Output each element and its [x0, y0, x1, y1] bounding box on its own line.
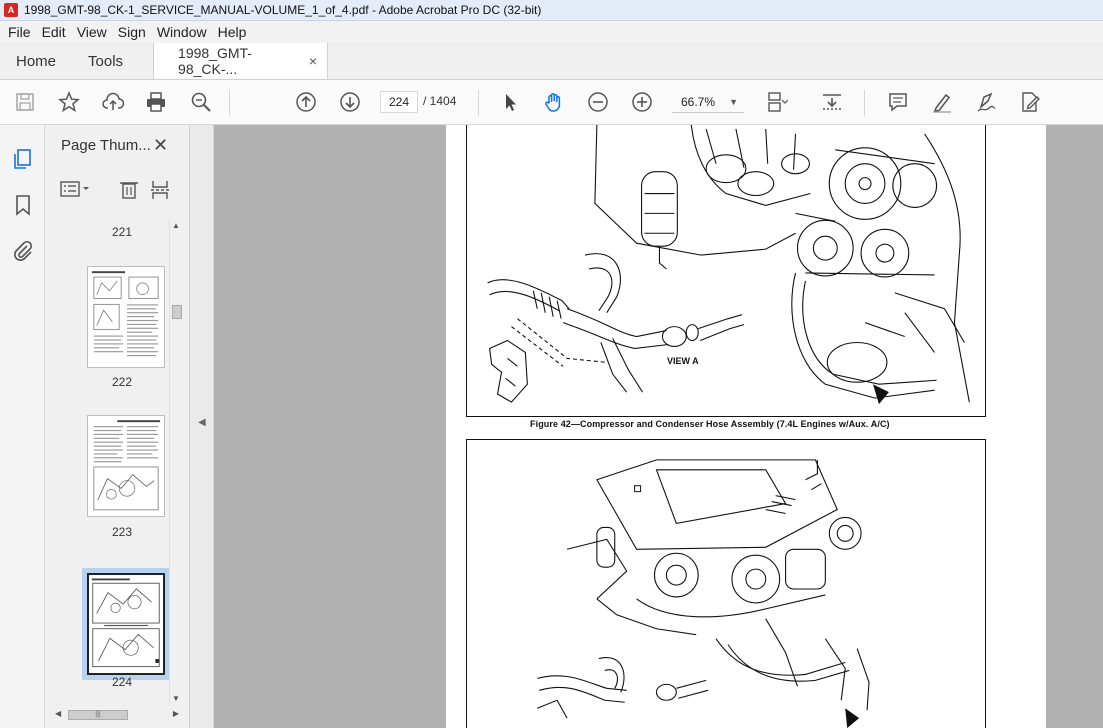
zoom-level-dropdown[interactable]: 66.7% ▼: [672, 91, 744, 113]
thumbnail-label: 223: [111, 525, 133, 539]
select-cursor-icon[interactable]: [498, 90, 522, 114]
toolbar-separator: [478, 90, 479, 116]
page-display-icon[interactable]: [765, 90, 789, 114]
second-figure-illustration: [466, 439, 986, 728]
left-navigation-rail: [0, 125, 45, 728]
menu-window[interactable]: Window: [157, 24, 207, 40]
horizontal-scrollbar-thumb[interactable]: |||: [68, 710, 128, 720]
page-thumbnails-icon[interactable]: [11, 147, 35, 171]
thumbnail-page-223[interactable]: [87, 415, 165, 517]
zoom-search-icon[interactable]: [189, 90, 213, 114]
window-title: 1998_GMT-98_CK-1_SERVICE_MANUAL-VOLUME_1…: [24, 3, 542, 17]
tab-document[interactable]: 1998_GMT-98_CK-... ×: [153, 43, 329, 79]
page-total: / 1404: [423, 94, 457, 108]
upload-cloud-icon[interactable]: [101, 90, 125, 114]
bookmarks-icon[interactable]: [11, 193, 35, 217]
thumbnail-options-icon[interactable]: [60, 181, 89, 197]
menu-file[interactable]: File: [8, 24, 31, 40]
thumbnail-page-224[interactable]: [87, 573, 165, 675]
thumbnail-page-222[interactable]: [87, 266, 165, 368]
panel-title: Page Thum...: [61, 137, 151, 154]
menu-view[interactable]: View: [77, 24, 107, 40]
sign-pen-icon[interactable]: [974, 90, 998, 114]
figure-caption: Figure 42—Compressor and Condenser Hose …: [530, 419, 890, 429]
thumbnail-scrollbar[interactable]: ▲ ▼: [169, 219, 183, 705]
attachments-icon[interactable]: [11, 239, 35, 263]
title-bar: A 1998_GMT-98_CK-1_SERVICE_MANUAL-VOLUME…: [0, 0, 1103, 21]
thumbnail-horizontal-scrollbar[interactable]: ◀ ||| ▶: [52, 707, 182, 723]
thumbnail-list: 221 222 223 224: [77, 217, 169, 706]
collapse-arrow-icon: ◀: [198, 417, 206, 428]
menu-help[interactable]: Help: [218, 24, 247, 40]
tab-bar: Home Tools 1998_GMT-98_CK-... ×: [0, 43, 1103, 80]
bookmark-star-icon[interactable]: [57, 90, 81, 114]
scrollbar-thumb[interactable]: [172, 305, 182, 319]
thumbnail-label: 224: [111, 675, 133, 689]
thumbnail-label: 222: [111, 375, 133, 389]
pdf-page: VIEW A Figure 42—Compressor and Condense…: [446, 125, 1046, 728]
next-page-icon[interactable]: [338, 90, 362, 114]
toolbar-separator: [229, 90, 230, 116]
print-icon[interactable]: [144, 90, 168, 114]
collapse-panel-handle[interactable]: ◀: [190, 125, 214, 728]
delete-page-icon[interactable]: [120, 182, 138, 199]
menu-sign[interactable]: Sign: [118, 24, 146, 40]
edit-pdf-icon[interactable]: [1018, 90, 1042, 114]
tab-home[interactable]: Home: [0, 43, 72, 79]
tab-tools[interactable]: Tools: [72, 43, 139, 79]
previous-page-icon[interactable]: [294, 90, 318, 114]
chevron-down-icon: ▼: [729, 97, 738, 107]
tab-document-label: 1998_GMT-98_CK-...: [178, 45, 252, 77]
hand-tool-icon[interactable]: [542, 90, 566, 114]
comment-icon[interactable]: [886, 90, 910, 114]
scroll-left-icon[interactable]: ◀: [55, 709, 61, 718]
acrobat-app-icon: A: [4, 3, 18, 17]
figure-42-illustration: VIEW A: [466, 125, 986, 417]
thumbnail-label: 221: [111, 225, 133, 239]
toolbar-separator: [864, 90, 865, 116]
scroll-right-icon[interactable]: ▶: [173, 709, 179, 718]
zoom-level-value: 66.7%: [681, 95, 716, 109]
page-number-input[interactable]: 224: [380, 91, 418, 113]
save-icon[interactable]: [13, 90, 37, 114]
menu-edit[interactable]: Edit: [42, 24, 66, 40]
close-panel-icon[interactable]: ✕: [153, 135, 168, 156]
tab-close-icon[interactable]: ×: [309, 53, 317, 69]
zoom-out-icon[interactable]: [586, 90, 610, 114]
extract-pages-icon[interactable]: [151, 181, 169, 199]
scroll-up-icon[interactable]: ▲: [172, 221, 180, 230]
view-a-label: VIEW A: [667, 356, 699, 366]
zoom-in-icon[interactable]: [630, 90, 654, 114]
document-viewer[interactable]: VIEW A Figure 42—Compressor and Condense…: [214, 125, 1103, 728]
toolbar: 224 / 1404 66.7% ▼: [0, 80, 1103, 125]
menu-bar: File Edit View Sign Window Help: [0, 21, 1103, 43]
scroll-down-icon[interactable]: ▼: [172, 694, 180, 703]
scroll-mode-icon[interactable]: [820, 90, 844, 114]
panel-toolbar: [57, 177, 177, 201]
highlight-pen-icon[interactable]: [930, 90, 954, 114]
